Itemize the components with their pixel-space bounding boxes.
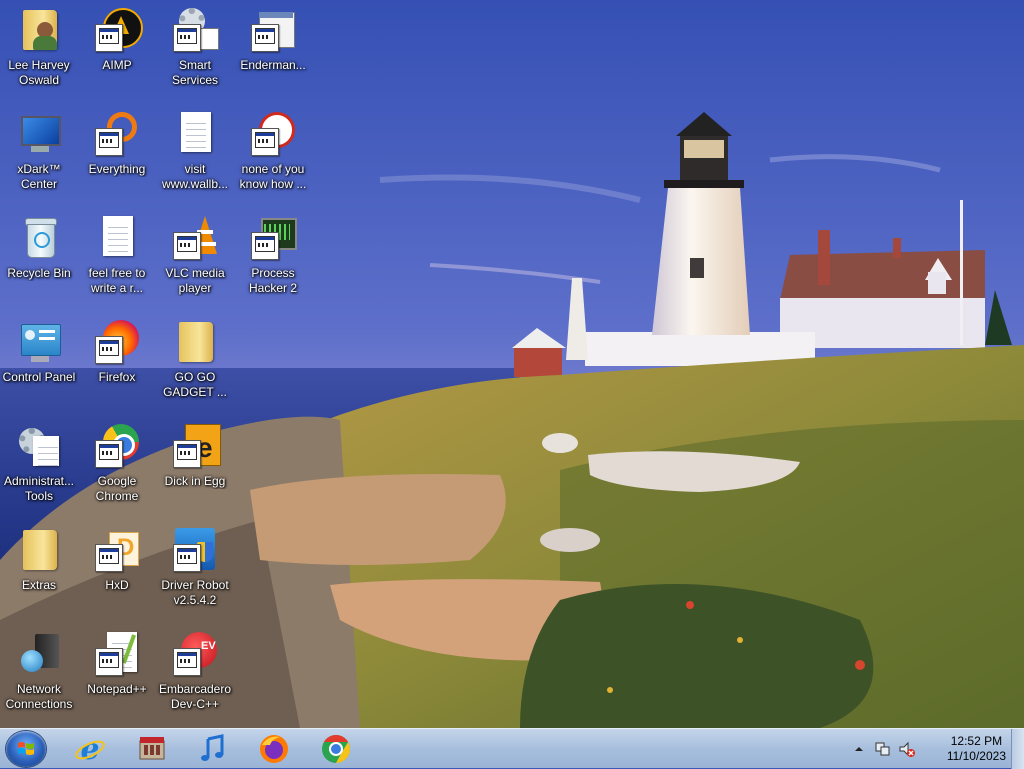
desktop-icon-label: Process Hacker 2 [248, 266, 298, 295]
taskbar: e 12:52 PM 11/10/2023 [0, 728, 1024, 769]
dick-in-egg-icon: e [171, 422, 221, 470]
desktop-icon-label: Dick in Egg [164, 474, 226, 488]
taskbar-chrome[interactable] [310, 731, 362, 767]
desktop-icon-enderman[interactable]: Enderman... [234, 0, 312, 100]
desktop-icon-lee-harvey-oswald[interactable]: Lee Harvey Oswald [0, 0, 78, 100]
desktop-icon-label: Everything [88, 162, 146, 176]
desktop-icon-label: Extras [21, 578, 56, 592]
desktop-icon-go-go-gadget[interactable]: GO GO GADGET ... [156, 312, 234, 412]
notepad-plus-plus-icon [93, 630, 141, 678]
desktop-icon-google-chrome[interactable]: Google Chrome [78, 416, 156, 516]
desktop-icon-label: Driver Robot v2.5.4.2 [161, 578, 229, 607]
desktop-icon-label: visit www.wallb... [161, 162, 229, 191]
desktop-icon-label: none of you know how ... [239, 162, 307, 191]
desktop-icon-vlc-media-player[interactable]: VLC media player [156, 208, 234, 308]
chrome-icon [93, 422, 141, 470]
folder-icon [15, 526, 63, 574]
desktop-icon-label: VLC media player [165, 266, 225, 295]
desktop-icon-label: HxD [105, 578, 129, 592]
desktop-icon-label: Control Panel [2, 370, 76, 384]
desktop-icon-firefox[interactable]: Firefox [78, 312, 156, 412]
taskbar-media-center[interactable] [126, 731, 178, 767]
desktop-icon-label: xDark™ Center [17, 162, 61, 191]
desktop-icon-label: Notepad++ [87, 682, 147, 696]
everything-search-icon [93, 110, 141, 158]
text-document-icon [171, 110, 219, 158]
driver-robot-shield-icon [171, 526, 219, 574]
folder-user-icon [15, 6, 63, 54]
clock-date: 11/10/2023 [946, 749, 1006, 763]
desktop-icon-extras[interactable]: Extras [0, 520, 78, 620]
app-icon [249, 110, 297, 158]
desktop-icon-area: Lee Harvey Oswald xDark™ Center Recycle … [0, 0, 1024, 728]
desktop-icon-control-panel[interactable]: Control Panel [0, 312, 78, 412]
app-window-icon [249, 6, 297, 54]
aimp-icon [93, 6, 143, 54]
desktop-icon-aimp[interactable]: AIMP [78, 0, 156, 100]
firefox-icon [260, 735, 288, 763]
process-hacker-icon [249, 214, 297, 262]
desktop-icon-recycle-bin[interactable]: Recycle Bin [0, 208, 78, 308]
windows-start-orb-icon [18, 742, 34, 755]
desktop-icon-visit-wallb[interactable]: visit www.wallb... [156, 104, 234, 204]
devcpp-icon: EV [171, 630, 219, 678]
tray-network-status[interactable] [874, 740, 892, 763]
desktop-icon-administrative-tools[interactable]: Administrat... Tools [0, 416, 78, 516]
desktop-icon-xdark-center[interactable]: xDark™ Center [0, 104, 78, 204]
desktop-icon-notepad-plus-plus[interactable]: Notepad++ [78, 624, 156, 724]
desktop-icon-label: Recycle Bin [7, 266, 71, 280]
desktop-icon-label: Network Connections [5, 682, 73, 711]
desktop-icon-label: feel free to write a r... [88, 266, 146, 295]
svg-text:e: e [80, 733, 99, 765]
desktop-icon-feel-free-to-write[interactable]: feel free to write a r... [78, 208, 156, 308]
media-center-icon [139, 737, 165, 760]
desktop-icon-label: Lee Harvey Oswald [8, 58, 70, 87]
monitor-icon [15, 110, 63, 158]
desktop-icon-label: AIMP [102, 58, 132, 72]
vlc-cone-icon [171, 214, 219, 262]
taskbar-music[interactable] [186, 731, 238, 767]
desktop-icon-label: Administrat... Tools [3, 474, 75, 503]
desktop-icon-embarcadero-devcpp[interactable]: EV Embarcadero Dev-C++ [156, 624, 234, 724]
control-panel-icon [15, 318, 63, 366]
internet-explorer-icon: e [75, 733, 105, 765]
desktop-icon-label: GO GO GADGET ... [163, 370, 227, 399]
desktop-icon-driver-robot[interactable]: Driver Robot v2.5.4.2 [156, 520, 234, 620]
system-tray: 12:52 PM 11/10/2023 [854, 729, 1024, 769]
chrome-icon [322, 735, 350, 763]
desktop-icon-smart-services[interactable]: Smart Services [156, 0, 234, 100]
recycle-bin-icon [15, 214, 63, 262]
desktop-icon-process-hacker-2[interactable]: Process Hacker 2 [234, 208, 312, 308]
chevron-up-icon [855, 747, 863, 751]
desktop-icon-dick-in-egg[interactable]: e Dick in Egg [156, 416, 234, 516]
gears-icon [171, 6, 219, 54]
volume-muted-icon [899, 741, 915, 757]
desktop-icon-label: Embarcadero Dev-C++ [158, 682, 232, 711]
firefox-icon [93, 318, 141, 366]
desktop-icon-hxd[interactable]: D HxD [78, 520, 156, 620]
music-note-icon [201, 734, 224, 761]
clock-time: 12:52 PM [950, 734, 1003, 748]
tray-clock[interactable]: 12:52 PM 11/10/2023 [947, 734, 1006, 764]
hxd-icon: D [93, 526, 141, 574]
desktop-icon-none-of-you-know[interactable]: none of you know how ... [234, 104, 312, 204]
taskbar-internet-explorer[interactable]: e [64, 731, 116, 767]
start-button[interactable] [6, 731, 46, 767]
show-hidden-icons-button[interactable] [854, 742, 864, 760]
desktop-icon-label: Smart Services [171, 58, 218, 87]
tray-volume-muted[interactable] [898, 740, 916, 763]
desktop-icon-label: Firefox [98, 370, 136, 384]
show-desktop-button[interactable] [1011, 729, 1024, 769]
desktop-icon-label: Enderman... [240, 58, 306, 72]
taskbar-firefox[interactable] [248, 731, 300, 767]
text-document-icon [93, 214, 141, 262]
desktop-icon-network-connections[interactable]: Network Connections [0, 624, 78, 724]
folder-icon [171, 318, 219, 366]
admin-tools-icon [15, 422, 63, 470]
network-status-icon [875, 742, 890, 756]
desktop-icon-label: Google Chrome [95, 474, 139, 503]
network-icon [15, 630, 63, 678]
desktop-icon-everything[interactable]: Everything [78, 104, 156, 204]
